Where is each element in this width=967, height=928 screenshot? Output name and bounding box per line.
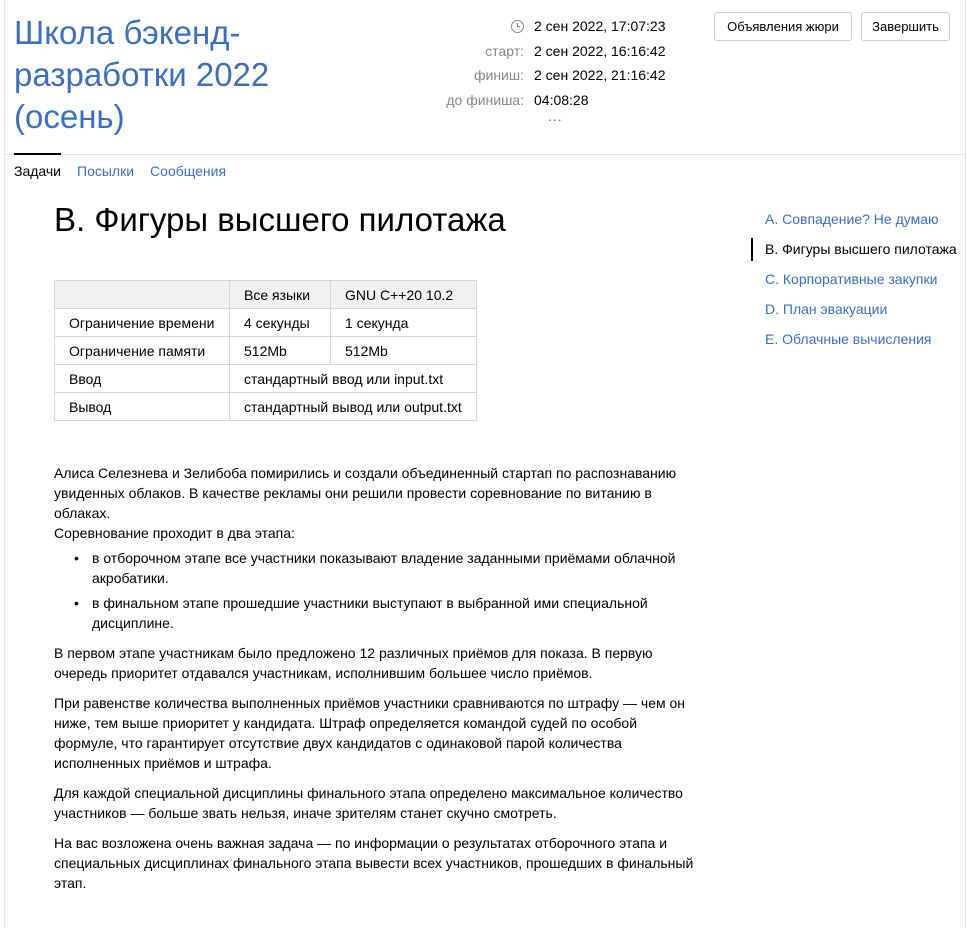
contest-tabs: Задачи Посылки Сообщения	[14, 153, 242, 186]
problem-link-b[interactable]: B. Фигуры высшего пилотажа	[751, 238, 961, 261]
limits-cell: 512Mb	[229, 336, 331, 365]
start-time-row: старт: 2 сен 2022, 16:16:42	[440, 39, 700, 64]
list-item: • в отборочном этапе все участники показы…	[54, 548, 694, 588]
limits-header-row: Все языки GNU C++20 10.2	[54, 280, 477, 309]
list-item-text: в отборочном этапе все участники показыв…	[92, 550, 676, 586]
limits-row: Ограничение времени 4 секунды 1 секунда	[54, 308, 477, 337]
problem-link-e[interactable]: E. Облачные вычисления	[751, 328, 961, 351]
start-label: старт:	[485, 42, 524, 59]
limits-cell: стандартный вывод или output.txt	[229, 392, 477, 421]
tab-submissions[interactable]: Посылки	[77, 154, 134, 186]
more-times-link[interactable]: ...	[548, 108, 563, 124]
limits-row: Ввод стандартный ввод или input.txt	[54, 364, 477, 393]
limits-cell: 4 секунды	[229, 308, 331, 337]
limits-cell: Ввод	[54, 364, 230, 393]
limits-cell: стандартный ввод или input.txt	[229, 364, 477, 393]
problem-link-c[interactable]: C. Корпоративные закупки	[751, 268, 961, 291]
statement-paragraph: Для каждой специальной дисциплины финаль…	[54, 785, 683, 821]
limits-header-cell: GNU C++20 10.2	[330, 280, 477, 309]
statement-paragraph: Алиса Селезнева и Зелибоба помирились и …	[54, 465, 677, 521]
problem-link-d[interactable]: D. План эвакуации	[751, 298, 961, 321]
finish-button[interactable]: Завершить	[861, 12, 950, 41]
problem-statement: Алиса Селезнева и Зелибоба помирились и …	[54, 463, 694, 903]
current-time-row: 2 сен 2022, 17:07:23	[440, 14, 700, 39]
limits-header-cell	[54, 280, 230, 309]
clock-icon-wrap	[440, 14, 534, 39]
remaining-label: до финиша:	[446, 91, 524, 108]
statement-paragraph: На вас возложена очень важная задача — п…	[54, 835, 694, 891]
statement-paragraph: В первом этапе участникам было предложен…	[54, 645, 653, 681]
limits-cell: Ограничение времени	[54, 308, 230, 337]
problem-title: B. Фигуры высшего пилотажа	[54, 201, 506, 238]
limits-cell: Ограничение памяти	[54, 336, 230, 365]
jury-announcements-button[interactable]: Объявления жюри	[714, 12, 852, 41]
problem-link-a[interactable]: A. Совпадение? Не думаю	[751, 208, 961, 231]
remaining-time-row: до финиша: 04:08:28	[440, 88, 700, 113]
limits-row: Ограничение памяти 512Mb 512Mb	[54, 336, 477, 365]
tab-problems[interactable]: Задачи	[14, 153, 62, 186]
finish-label: финиш:	[473, 67, 524, 83]
clock-icon	[511, 20, 524, 33]
finish-time: 2 сен 2022, 21:16:42	[534, 67, 666, 83]
contest-title[interactable]: Школа бэкенд-разработки 2022 (осень)	[14, 12, 344, 138]
limits-header-cell: Все языки	[229, 280, 331, 309]
bullet-icon: •	[74, 550, 79, 566]
start-time: 2 сен 2022, 16:16:42	[534, 42, 666, 59]
finish-time-row: финиш: 2 сен 2022, 21:16:42	[440, 63, 700, 88]
limits-table: Все языки GNU C++20 10.2 Ограничение вре…	[54, 280, 477, 421]
limits-cell: 512Mb	[330, 336, 477, 365]
problem-list: A. Совпадение? Не думаю B. Фигуры высшег…	[751, 208, 961, 358]
statement-list: • в отборочном этапе все участники показы…	[54, 548, 694, 633]
limits-row: Вывод стандартный вывод или output.txt	[54, 392, 477, 421]
bullet-icon: •	[74, 595, 79, 611]
list-item: • в финальном этапе прошедшие участники в…	[54, 593, 694, 633]
statement-paragraph: Соревнование проходит в два этапа:	[54, 525, 295, 541]
contest-times: 2 сен 2022, 17:07:23 старт: 2 сен 2022, …	[440, 14, 700, 112]
statement-paragraph: При равенстве количества выполненных при…	[54, 695, 686, 771]
list-item-text: в финальном этапе прошедшие участники вы…	[92, 595, 648, 631]
limits-cell: 1 секунда	[330, 308, 477, 337]
limits-cell: Вывод	[54, 392, 230, 421]
current-time: 2 сен 2022, 17:07:23	[534, 18, 666, 34]
tab-messages[interactable]: Сообщения	[150, 154, 226, 186]
